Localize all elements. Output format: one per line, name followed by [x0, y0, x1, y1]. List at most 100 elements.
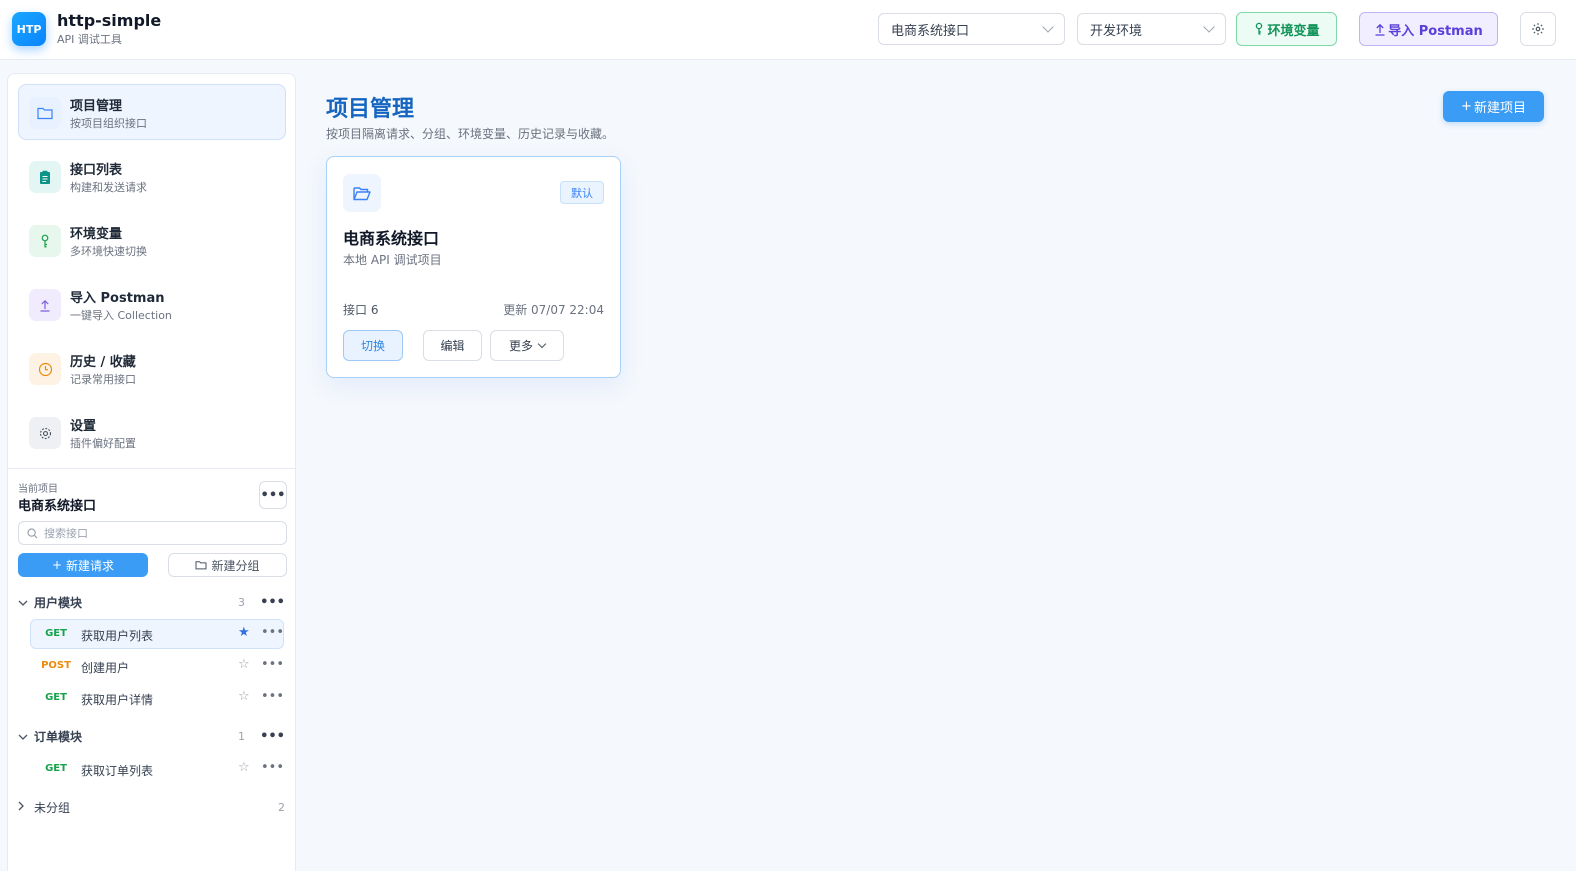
- nav-item-projects[interactable]: 项目管理 按项目组织接口: [18, 84, 286, 140]
- key-icon: [41, 234, 49, 247]
- page-subtitle: 按项目隔离请求、分组、环境变量、历史记录与收藏。: [326, 127, 615, 141]
- app-title: http-simple: [57, 11, 162, 30]
- new-project-button[interactable]: + 新建项目: [1443, 91, 1544, 122]
- nav-icon-wrap: [29, 353, 61, 385]
- group-user-module[interactable]: 用户模块 3 •••: [18, 591, 287, 613]
- request-item[interactable]: GET 获取订单列表 ☆ •••: [30, 754, 284, 784]
- request-item[interactable]: GET 获取用户列表 ★ •••: [30, 619, 284, 649]
- nav-title: 导入 Postman: [70, 291, 165, 306]
- group-ungrouped[interactable]: 未分组 2: [18, 796, 287, 818]
- nav-desc: 记录常用接口: [70, 373, 136, 386]
- request-more-button[interactable]: •••: [261, 760, 284, 775]
- method-badge: GET: [45, 692, 67, 703]
- search-icon: [27, 527, 38, 538]
- chevron-down-icon: [1203, 21, 1215, 33]
- new-request-button[interactable]: + 新建请求: [18, 553, 148, 577]
- request-name: 创建用户: [81, 661, 130, 675]
- default-badge: 默认: [560, 181, 604, 204]
- method-badge: POST: [41, 660, 71, 671]
- import-postman-label: 导入 Postman: [1388, 23, 1483, 39]
- new-request-label: 新建请求: [66, 558, 115, 573]
- nav-desc: 一键导入 Collection: [70, 309, 172, 322]
- request-name: 获取用户详情: [81, 693, 154, 707]
- chevron-right-icon: [18, 801, 32, 814]
- more-label: 更多: [508, 339, 533, 353]
- project-icon-wrap: [343, 174, 381, 212]
- nav-title: 设置: [70, 419, 97, 434]
- clipboard-icon: [40, 170, 50, 184]
- group-count: 2: [278, 800, 285, 814]
- nav-desc: 插件偏好配置: [70, 437, 136, 450]
- env-vars-button[interactable]: 环境变量: [1236, 12, 1337, 46]
- plus-icon: +: [51, 558, 63, 572]
- group-name: 未分组: [34, 800, 71, 815]
- request-name: 获取用户列表: [81, 629, 154, 643]
- chevron-down-icon: [1042, 21, 1054, 33]
- nav-icon-wrap: [29, 289, 61, 321]
- request-item[interactable]: POST 创建用户 ☆ •••: [30, 651, 284, 681]
- search-input[interactable]: [44, 526, 264, 540]
- top-header: HTP http-simple API 调试工具 电商系统接口 开发环境 环境变…: [0, 0, 1576, 60]
- settings-button[interactable]: [1520, 12, 1556, 46]
- star-outline-icon[interactable]: ☆: [238, 760, 250, 775]
- nav-icon-wrap: [29, 417, 61, 449]
- group-more-button[interactable]: •••: [260, 729, 285, 744]
- nav-item-history[interactable]: 历史 / 收藏 记录常用接口: [18, 340, 286, 396]
- nav-title: 接口列表: [70, 163, 123, 178]
- nav-icon-wrap: [29, 225, 61, 257]
- plus-icon: +: [1461, 99, 1472, 114]
- project-name: 电商系统接口: [343, 229, 440, 248]
- project-updated-time: 更新 07/07 22:04: [503, 303, 604, 317]
- import-postman-button[interactable]: 导入 Postman: [1359, 12, 1498, 46]
- project-select-value: 电商系统接口: [891, 23, 970, 39]
- nav-title: 项目管理: [70, 99, 123, 114]
- star-outline-icon[interactable]: ☆: [238, 689, 250, 704]
- folder-icon: [195, 561, 207, 570]
- nav-item-requests[interactable]: 接口列表 构建和发送请求: [18, 148, 286, 204]
- request-more-button[interactable]: •••: [261, 625, 284, 640]
- key-icon: [1256, 22, 1263, 35]
- nav-item-postman[interactable]: 导入 Postman 一键导入 Collection: [18, 276, 286, 332]
- project-desc: 本地 API 调试项目: [343, 253, 442, 267]
- app-subtitle: API 调试工具: [57, 33, 122, 46]
- nav-desc: 多环境快速切换: [70, 245, 147, 258]
- chevron-down-icon: [537, 339, 547, 349]
- switch-project-button[interactable]: 切换: [343, 330, 403, 361]
- upload-icon: [1375, 23, 1385, 36]
- group-name: 用户模块: [34, 595, 83, 610]
- group-count: 3: [238, 595, 245, 609]
- method-badge: GET: [45, 763, 67, 774]
- nav-desc: 按项目组织接口: [70, 117, 147, 130]
- project-card[interactable]: 默认 电商系统接口 本地 API 调试项目 接口 6 更新 07/07 22:0…: [326, 156, 621, 378]
- request-name: 获取订单列表: [81, 764, 154, 778]
- request-more-button[interactable]: •••: [261, 689, 284, 704]
- env-vars-label: 环境变量: [1267, 23, 1320, 39]
- upload-icon: [40, 299, 50, 312]
- method-badge: GET: [45, 628, 67, 639]
- gear-icon: [1532, 23, 1544, 35]
- clock-icon: [38, 362, 52, 376]
- project-more-button[interactable]: •••: [259, 481, 287, 509]
- folder-icon: [37, 107, 53, 120]
- sidebar-divider: [8, 468, 295, 469]
- request-more-button[interactable]: •••: [261, 657, 284, 672]
- star-filled-icon[interactable]: ★: [238, 625, 250, 640]
- edit-project-button[interactable]: 编辑: [423, 330, 482, 361]
- more-actions-button[interactable]: 更多: [490, 330, 564, 361]
- chevron-down-icon: [18, 730, 32, 743]
- request-item[interactable]: GET 获取用户详情 ☆ •••: [30, 683, 284, 713]
- folder-open-icon: [353, 186, 371, 200]
- project-select[interactable]: 电商系统接口: [878, 13, 1065, 45]
- nav-item-settings[interactable]: 设置 插件偏好配置: [18, 404, 286, 460]
- star-outline-icon[interactable]: ☆: [238, 657, 250, 672]
- env-select[interactable]: 开发环境: [1077, 13, 1226, 45]
- env-select-value: 开发环境: [1090, 23, 1143, 39]
- nav-item-env[interactable]: 环境变量 多环境快速切换: [18, 212, 286, 268]
- nav-title: 历史 / 收藏: [70, 355, 136, 370]
- search-box: [18, 521, 287, 545]
- page-title: 项目管理: [326, 97, 415, 122]
- new-group-button[interactable]: 新建分组: [168, 553, 287, 577]
- group-order-module[interactable]: 订单模块 1 •••: [18, 725, 287, 747]
- nav-icon-wrap: [29, 161, 61, 193]
- group-more-button[interactable]: •••: [260, 595, 285, 610]
